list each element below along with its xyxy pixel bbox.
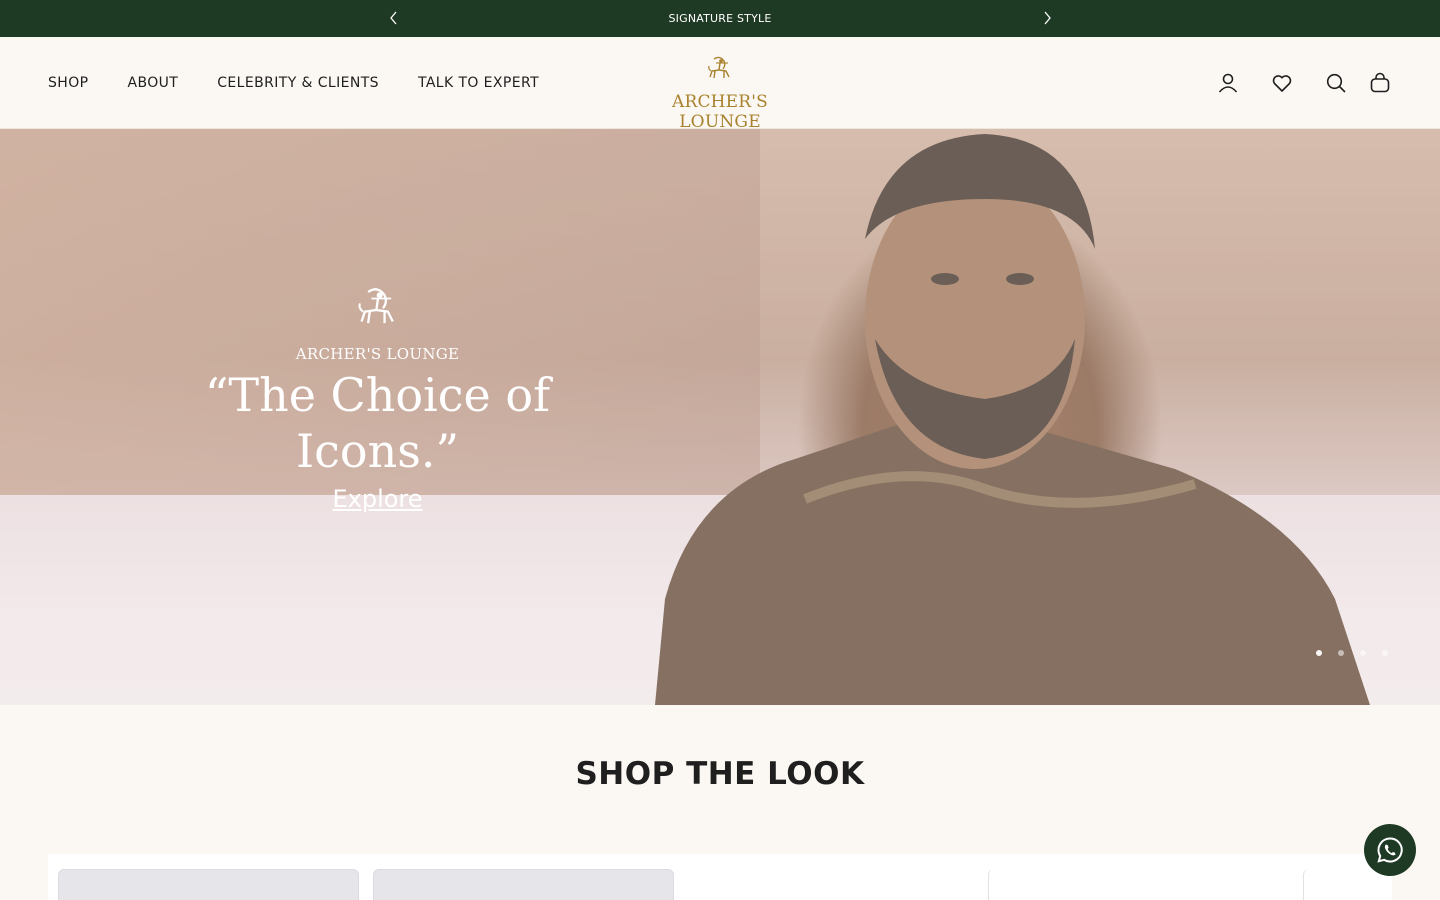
hero-content: ARCHER'S LOUNGE “The Choice of Icons.” E… — [130, 284, 625, 513]
hero-tagline: “The Choice of Icons.” — [204, 368, 551, 478]
announcement-bar: SIGNATURE STYLE — [0, 0, 1440, 37]
section-title: SHOP THE LOOK — [575, 756, 865, 792]
cart-bag-icon[interactable] — [1368, 71, 1392, 95]
wishlist-heart-icon[interactable] — [1270, 71, 1294, 95]
site-header: SHOP ABOUT CELEBRITY & CLIENTS TALK TO E… — [0, 37, 1440, 132]
logo-text: ARCHER'S LOUNGE — [671, 92, 769, 132]
slider-dot[interactable] — [1360, 650, 1366, 656]
look-card[interactable] — [58, 869, 359, 900]
slider-dot[interactable] — [1316, 650, 1322, 656]
archer-logo-icon — [358, 288, 394, 324]
header-icons — [0, 71, 1440, 95]
explore-link[interactable]: Explore — [332, 485, 422, 513]
look-card[interactable] — [988, 869, 1289, 900]
look-card[interactable] — [373, 869, 674, 900]
whatsapp-button[interactable] — [1364, 824, 1416, 876]
hero-brand: ARCHER'S LOUNGE — [295, 345, 460, 363]
whatsapp-icon — [1377, 837, 1403, 863]
shop-the-look-grid — [48, 854, 1392, 900]
slider-dots — [1316, 650, 1388, 656]
chevron-right-icon[interactable] — [1038, 9, 1056, 27]
search-icon[interactable] — [1324, 71, 1348, 95]
slider-dot[interactable] — [1338, 650, 1344, 656]
slider-dot[interactable] — [1382, 650, 1388, 656]
account-icon[interactable] — [1216, 71, 1240, 95]
hero-banner[interactable]: ARCHER'S LOUNGE “The Choice of Icons.” E… — [0, 129, 1440, 705]
announcement-text: SIGNATURE STYLE — [668, 12, 772, 25]
chevron-left-icon[interactable] — [385, 9, 403, 27]
